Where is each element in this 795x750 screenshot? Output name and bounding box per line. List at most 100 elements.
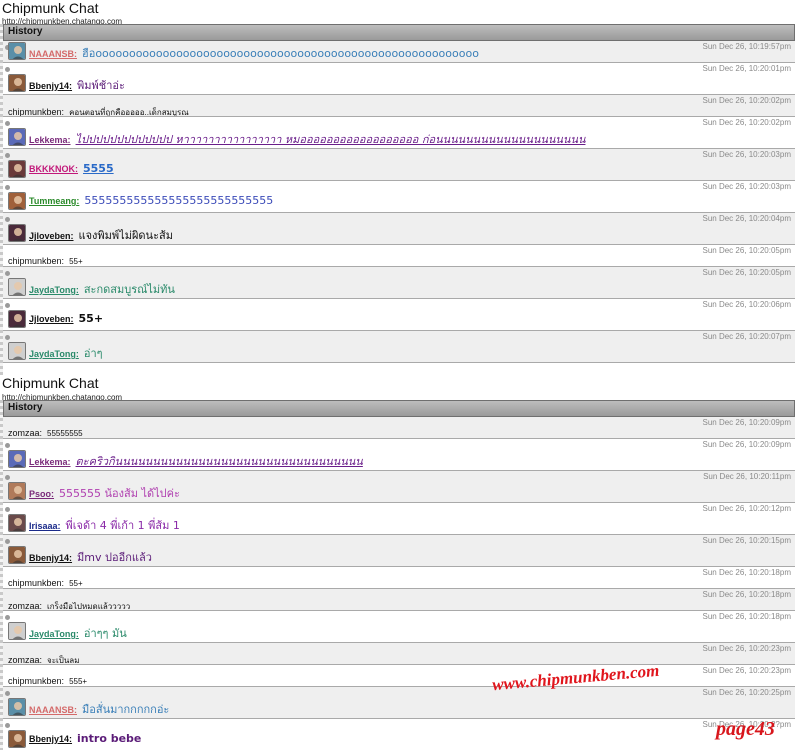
chat-message: Sun Dec 26, 10:20:09pm zomzaa 55555555 bbox=[3, 417, 795, 439]
message-text: intro bebe bbox=[77, 732, 142, 745]
message-username[interactable]: JaydaTong bbox=[29, 629, 79, 639]
message-timestamp: Sun Dec 26, 10:20:09pm bbox=[702, 418, 791, 427]
message-timestamp: Sun Dec 26, 10:20:25pm bbox=[702, 688, 791, 697]
message-timestamp: Sun Dec 26, 10:20:04pm bbox=[702, 214, 791, 223]
chat-message: Sun Dec 26, 10:19:57pm NAAANSB ฮือoooooooo… bbox=[3, 41, 795, 63]
message-text: ฮือooooooooooooooooooooooooooooooooooooo… bbox=[82, 47, 479, 60]
message-username[interactable]: Irisaaa bbox=[29, 521, 61, 531]
dark-avatar-icon[interactable] bbox=[8, 160, 26, 178]
message-username[interactable]: Tummeang bbox=[29, 196, 79, 206]
blue-avatar-icon[interactable] bbox=[8, 450, 26, 468]
message-username[interactable]: Bbenjy14 bbox=[29, 734, 72, 744]
message-text: มือสั่นมากกกกกอ่ะ bbox=[82, 703, 170, 716]
panda-avatar-icon[interactable] bbox=[8, 622, 26, 640]
blue-avatar-icon[interactable] bbox=[8, 128, 26, 146]
message-timestamp: Sun Dec 26, 10:20:12pm bbox=[702, 504, 791, 513]
chat-message: Sun Dec 26, 10:20:07pm JaydaTong อ่าๆ bbox=[3, 331, 795, 363]
status-dot-icon bbox=[5, 539, 10, 544]
message-username[interactable]: Jjloveben bbox=[29, 231, 74, 241]
message-timestamp: Sun Dec 26, 10:20:18pm bbox=[702, 612, 791, 621]
page-number-mark: page43 bbox=[716, 718, 775, 740]
chat-message: Sun Dec 26, 10:20:18pm JaydaTong อ่าๆๆ มัน bbox=[3, 611, 795, 643]
chat-message: Sun Dec 26, 10:20:01pm Bbenjy14 พิมพ์ช้าอ่… bbox=[3, 63, 795, 95]
message-username: chipmunkben bbox=[8, 578, 64, 588]
message-text: อ่าๆๆ มัน bbox=[83, 627, 127, 640]
status-dot-icon bbox=[5, 153, 10, 158]
dark-avatar-icon[interactable] bbox=[8, 310, 26, 328]
chat-message: Sun Dec 26, 10:20:03pm BKKKNOK 5555 bbox=[3, 149, 795, 181]
message-username[interactable]: BKKKNOK bbox=[29, 164, 78, 174]
dark-avatar-icon[interactable] bbox=[8, 224, 26, 242]
message-username: zomzaa bbox=[8, 601, 42, 610]
message-username[interactable]: JaydaTong bbox=[29, 349, 79, 359]
history-label: History bbox=[8, 26, 43, 37]
message-text: 55+ bbox=[78, 312, 104, 325]
status-dot-icon bbox=[5, 271, 10, 276]
message-timestamp: Sun Dec 26, 10:19:57pm bbox=[702, 42, 791, 51]
chat-message: Sun Dec 26, 10:20:02pm chipmunkben คอนตอนท… bbox=[3, 95, 795, 117]
chat-message: Sun Dec 26, 10:20:23pm zomzaa จะเป็นลม bbox=[3, 643, 795, 665]
person-avatar-icon[interactable] bbox=[8, 74, 26, 92]
person-avatar-icon[interactable] bbox=[8, 514, 26, 532]
person-avatar-icon[interactable] bbox=[8, 546, 26, 564]
message-username: chipmunkben bbox=[8, 676, 64, 686]
message-username[interactable]: Psoo bbox=[29, 489, 54, 499]
message-timestamp: Sun Dec 26, 10:20:18pm bbox=[702, 590, 791, 599]
person-avatar-icon[interactable] bbox=[8, 482, 26, 500]
panda-avatar-icon[interactable] bbox=[8, 278, 26, 296]
status-dot-icon bbox=[5, 121, 10, 126]
message-username[interactable]: Bbenjy14 bbox=[29, 81, 72, 91]
message-timestamp: Sun Dec 26, 10:20:06pm bbox=[702, 300, 791, 309]
app-title: Chipmunk Chat bbox=[2, 375, 99, 391]
person-avatar-icon[interactable] bbox=[8, 730, 26, 748]
message-username: chipmunkben bbox=[8, 256, 64, 266]
status-dot-icon bbox=[5, 507, 10, 512]
message-timestamp: Sun Dec 26, 10:20:15pm bbox=[702, 536, 791, 545]
status-dot-icon bbox=[5, 303, 10, 308]
chat-panel-top: Chipmunk Chat http://chipmunkben.chatang… bbox=[0, 0, 795, 375]
message-text: แจงพิมพ์ไม่ผิดนะส้ม bbox=[78, 229, 173, 242]
chat-message: Sun Dec 26, 10:20:06pm Jjloveben 55+ bbox=[3, 299, 795, 331]
message-text: เกร็งมือไปหมดแล้ววววว bbox=[47, 602, 131, 611]
chat-message: Sun Dec 26, 10:20:05pm chipmunkben 55+ bbox=[3, 245, 795, 267]
message-username[interactable]: NAAANSB bbox=[29, 705, 77, 715]
message-text: 555555555555555555555555555 bbox=[84, 194, 274, 207]
chat-message: Sun Dec 26, 10:20:18pm zomzaa เกร็งมือไปหม… bbox=[3, 589, 795, 611]
message-username: zomzaa bbox=[8, 655, 42, 664]
message-username[interactable]: JaydaTong bbox=[29, 285, 79, 295]
status-dot-icon bbox=[5, 615, 10, 620]
message-username: zomzaa bbox=[8, 428, 42, 438]
status-dot-icon bbox=[5, 723, 10, 728]
message-text: พี่เจด้า 4 พี่เก้า 1 พี่ส้ม 1 bbox=[65, 519, 180, 532]
message-timestamp: Sun Dec 26, 10:20:23pm bbox=[702, 644, 791, 653]
message-text: มีmv ปออีกแล้ว bbox=[77, 551, 152, 564]
landscape-avatar-icon[interactable] bbox=[8, 42, 26, 60]
message-timestamp: Sun Dec 26, 10:20:03pm bbox=[702, 182, 791, 191]
message-list[interactable]: Sun Dec 26, 10:19:57pm NAAANSB ฮือoooooooo… bbox=[3, 41, 795, 363]
history-bar: History bbox=[3, 24, 795, 41]
message-text: พิมพ์ช้าอ่ะ bbox=[77, 79, 125, 92]
panda-avatar-icon[interactable] bbox=[8, 342, 26, 360]
message-username[interactable]: Lekkema bbox=[29, 457, 71, 467]
message-timestamp: Sun Dec 26, 10:20:05pm bbox=[702, 246, 791, 255]
status-dot-icon bbox=[5, 217, 10, 222]
message-text: 55+ bbox=[69, 579, 83, 588]
message-username[interactable]: Bbenjy14 bbox=[29, 553, 72, 563]
chat-message: Sun Dec 26, 10:20:25pm NAAANSB มือสั่นมากก… bbox=[3, 687, 795, 719]
landscape-avatar-icon[interactable] bbox=[8, 698, 26, 716]
message-text: อ่าๆ bbox=[83, 347, 103, 360]
message-username[interactable]: NAAANSB bbox=[29, 49, 77, 59]
message-text: 55555555 bbox=[47, 429, 83, 438]
history-label: History bbox=[8, 402, 43, 413]
chat-message: Sun Dec 26, 10:20:23pm chipmunkben 555+ bbox=[3, 665, 795, 687]
message-username[interactable]: Jjloveben bbox=[29, 314, 74, 324]
chat-message: Sun Dec 26, 10:20:03pm Tummeang 5555555555… bbox=[3, 181, 795, 213]
app-title: Chipmunk Chat bbox=[2, 0, 99, 16]
message-username[interactable]: Lekkema bbox=[29, 135, 71, 145]
person-avatar-icon[interactable] bbox=[8, 192, 26, 210]
message-timestamp: Sun Dec 26, 10:20:05pm bbox=[702, 268, 791, 277]
message-timestamp: Sun Dec 26, 10:20:07pm bbox=[702, 332, 791, 341]
status-dot-icon bbox=[5, 335, 10, 340]
message-list[interactable]: Sun Dec 26, 10:20:09pmzomzaa55555555Sun … bbox=[3, 417, 795, 750]
message-timestamp: Sun Dec 26, 10:20:01pm bbox=[702, 64, 791, 73]
